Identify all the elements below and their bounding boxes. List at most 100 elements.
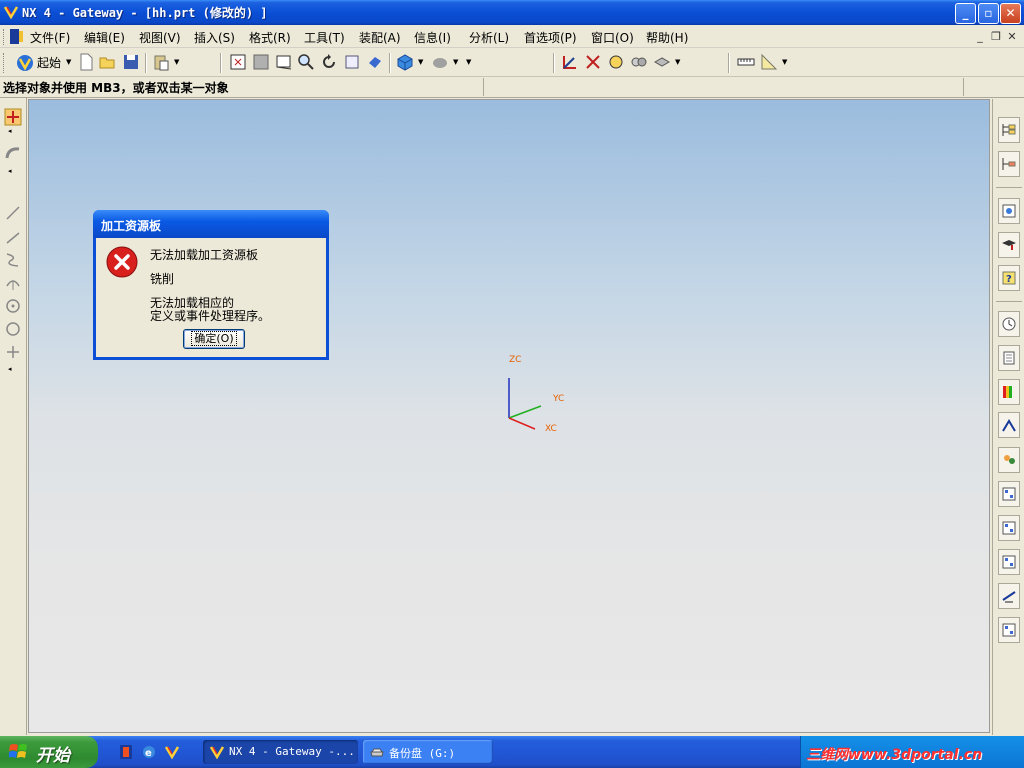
menu-analysis[interactable]: 分析(L) [469, 29, 509, 46]
nx-start-icon [17, 55, 33, 71]
web-browser-icon[interactable] [998, 198, 1020, 224]
reuse-library-icon-1[interactable] [998, 481, 1020, 507]
sketch-icon[interactable] [607, 53, 625, 71]
menu-preferences[interactable]: 首选项(P) [524, 29, 577, 46]
windows-logo-icon [9, 744, 27, 758]
render-style-dropdown-icon[interactable]: ▼ [418, 58, 423, 66]
circle-icon[interactable] [4, 320, 22, 338]
close-button[interactable]: ✕ [1000, 3, 1021, 24]
quicklaunch-nx-icon[interactable] [164, 744, 180, 760]
paste-icon[interactable] [152, 53, 170, 71]
mdi-restore-button[interactable]: ❐ [989, 31, 1003, 43]
mdi-minimize-button[interactable]: _ [973, 31, 987, 43]
dialog-title: 加工资源板 [101, 219, 162, 233]
wave-icon[interactable] [630, 53, 648, 71]
svg-text:e: e [145, 748, 152, 759]
curve-tool-icon[interactable] [4, 144, 22, 162]
render-style-icon[interactable] [396, 53, 414, 71]
zoom-icon[interactable] [297, 53, 315, 71]
menu-help[interactable]: 帮助(H) [646, 29, 688, 46]
reuse-library-icon-4[interactable] [998, 617, 1020, 643]
line-alt-icon[interactable] [4, 228, 22, 246]
maximize-button[interactable]: ▫ [978, 3, 999, 24]
part-navigator-icon[interactable] [998, 151, 1020, 177]
taskbar-item-drive[interactable]: 备份盘 (G:) [363, 740, 493, 764]
pan-icon[interactable] [343, 53, 361, 71]
menu-information[interactable]: 信息(I) [414, 29, 451, 46]
taskbar-item-nx[interactable]: NX 4 - Gateway -... [203, 740, 358, 764]
toolbar-options-dropdown-icon[interactable]: ▼ [466, 58, 471, 66]
paste-dropdown-icon[interactable]: ▼ [174, 58, 179, 66]
dialog-body: 无法加载加工资源板 铣削 无法加载相应的 定义或事件处理程序。 确定(O) [96, 238, 326, 357]
mdi-close-button[interactable]: ✕ [1005, 31, 1019, 43]
help-icon[interactable]: ? [998, 265, 1020, 291]
dialog-message-line1: 无法加载加工资源板 [150, 248, 259, 262]
spline-icon[interactable] [4, 251, 22, 269]
fit-view-icon[interactable] [229, 53, 247, 71]
point-tool-dropdown-icon[interactable]: ◂ [8, 127, 12, 135]
left-toolbar: ◂ ◂ ◂ [0, 98, 27, 735]
ok-button[interactable]: 确定(O) [183, 329, 245, 349]
reuse-library-icon-3[interactable] [998, 549, 1020, 575]
background-dropdown-icon[interactable]: ▼ [453, 58, 458, 66]
measure-dropdown-icon[interactable]: ▼ [782, 58, 787, 66]
menu-assemblies[interactable]: 装配(A) [359, 29, 401, 46]
select-tool-icon[interactable] [561, 53, 579, 71]
menu-file[interactable]: 文件(F) [30, 29, 70, 46]
quicklaunch-app-icon[interactable] [118, 744, 134, 760]
zoom-window-icon[interactable] [275, 53, 293, 71]
zoom-box-icon[interactable] [252, 53, 270, 71]
menu-edit[interactable]: 编辑(E) [84, 29, 125, 46]
dialog-message-line2: 铣削 [150, 272, 175, 286]
training-icon[interactable] [998, 232, 1020, 258]
standard-toolbar: 起始 ▼ ▼ ▼ ▼ ▼ ▼ ▼ [0, 49, 1024, 77]
history-icon[interactable] [998, 311, 1020, 337]
measure-icon[interactable] [737, 53, 755, 71]
assembly-navigator-icon[interactable] [998, 117, 1020, 143]
layer-icon[interactable] [653, 53, 671, 71]
toolbar-grip[interactable] [3, 53, 6, 73]
axis-label-zc: ZC [509, 355, 522, 365]
reuse-library-icon-2[interactable] [998, 515, 1020, 541]
circle-center-icon[interactable] [4, 297, 22, 315]
document-icon[interactable] [9, 28, 25, 45]
window-title-bar[interactable]: NX 4 - Gateway - [hh.prt (修改的) ] _ ▫ ✕ [0, 0, 1024, 25]
background-icon[interactable] [431, 53, 449, 71]
process-studio-icon[interactable] [998, 412, 1020, 438]
menu-format[interactable]: 格式(R) [249, 29, 291, 46]
geometry-tool-dropdown-icon[interactable]: ◂ [8, 365, 12, 373]
point-icon[interactable] [4, 343, 22, 361]
system-materials-icon[interactable] [998, 345, 1020, 371]
cue-line: 选择对象并使用 MB3，或者双击某一对象 [0, 77, 1024, 98]
graphics-window[interactable]: ZC YC XC [28, 99, 990, 733]
dialog-title-bar[interactable]: 加工资源板 [93, 210, 329, 238]
quicklaunch-ie-icon[interactable]: e [141, 744, 157, 760]
menu-view[interactable]: 视图(V) [139, 29, 181, 46]
minimize-button[interactable]: _ [955, 3, 976, 24]
manufacturing-wizard-icon[interactable] [998, 583, 1020, 609]
save-icon[interactable] [122, 53, 140, 71]
menu-tools[interactable]: 工具(T) [304, 29, 345, 46]
shaded-view-icon[interactable] [366, 53, 384, 71]
layer-dropdown-icon[interactable]: ▼ [675, 58, 680, 66]
drive-icon [370, 748, 384, 757]
rotate-icon[interactable] [320, 53, 338, 71]
dialog-message-line4: 定义或事件处理程序。 [150, 309, 271, 323]
windows-start-button[interactable]: 开始 [0, 736, 98, 768]
arc-icon[interactable] [4, 274, 22, 292]
open-folder-icon[interactable] [99, 53, 117, 71]
menu-insert[interactable]: 插入(S) [194, 29, 235, 46]
menubar-grip[interactable] [3, 29, 6, 45]
point-tool-icon[interactable] [4, 108, 22, 126]
palette-icon[interactable] [998, 379, 1020, 405]
angle-measure-icon[interactable] [760, 53, 778, 71]
roles-icon[interactable] [998, 447, 1020, 473]
snap-point-icon[interactable] [584, 53, 602, 71]
curve-tool-dropdown-icon[interactable]: ◂ [8, 167, 12, 175]
line-icon[interactable] [4, 204, 22, 222]
menu-window[interactable]: 窗口(O) [591, 29, 634, 46]
new-file-icon[interactable] [77, 53, 95, 71]
taskbar-item-nx-label: NX 4 - Gateway -... [229, 745, 355, 758]
menu-bar: 文件(F) 编辑(E) 视图(V) 插入(S) 格式(R) 工具(T) 装配(A… [0, 25, 1024, 48]
watermark-text: 三维网www.3dportal.cn [806, 747, 983, 763]
